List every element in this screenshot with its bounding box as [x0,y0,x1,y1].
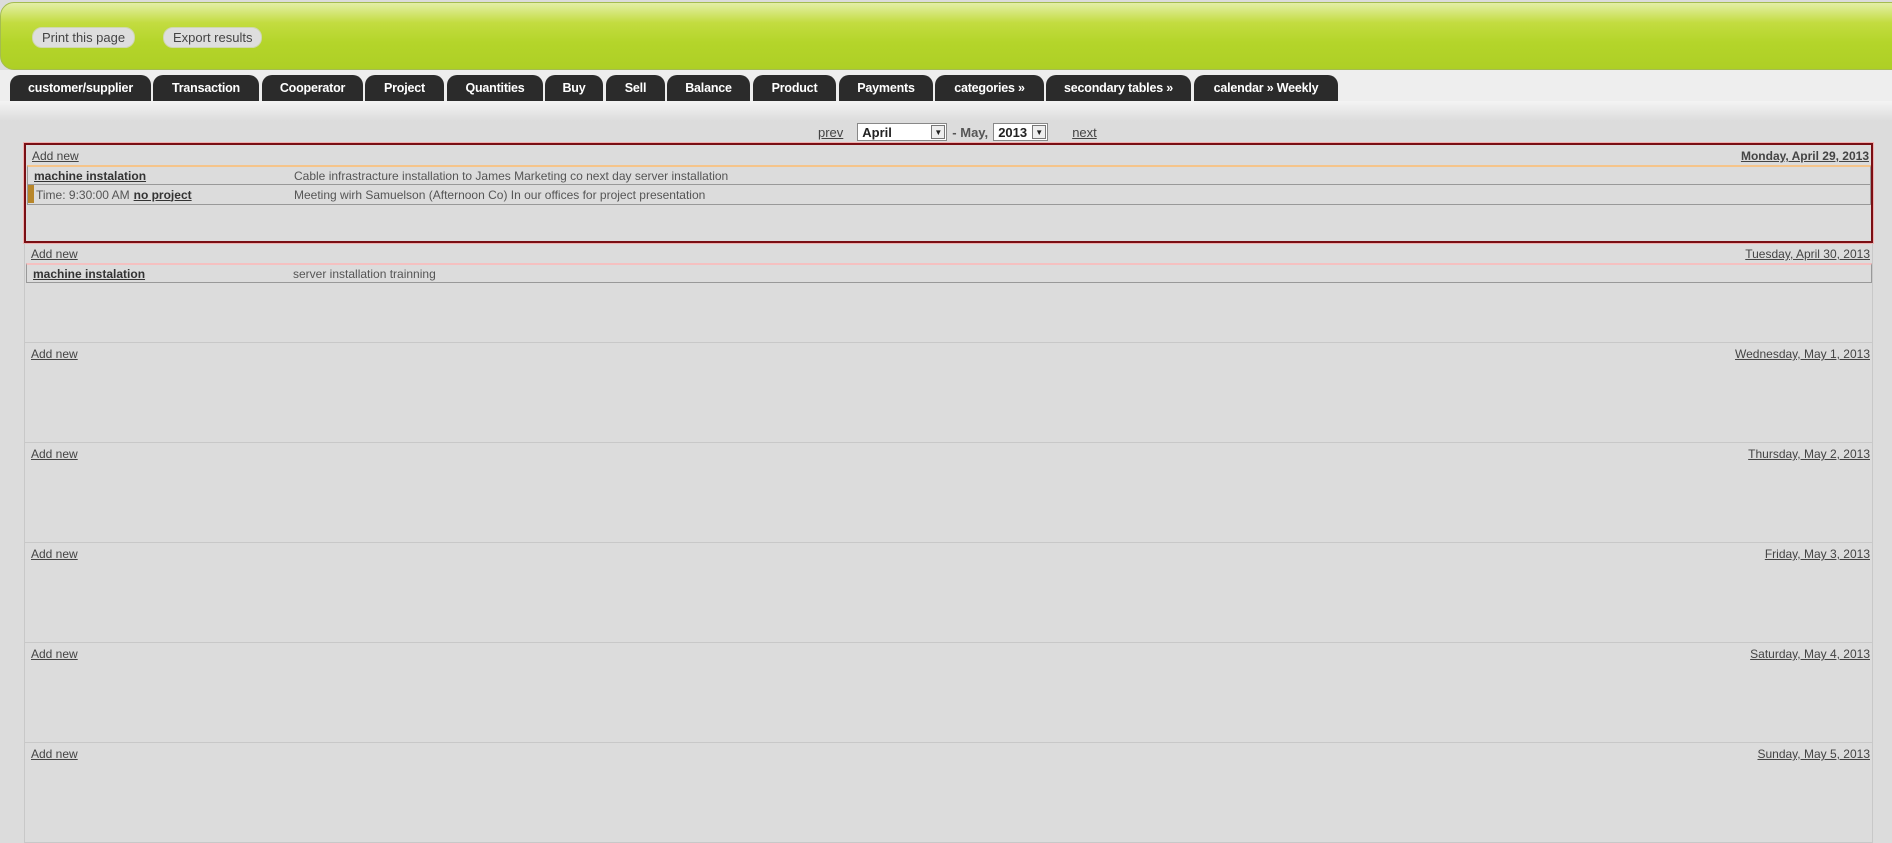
day-date[interactable]: Wednesday, May 1, 2013 [1735,347,1870,361]
prev-link[interactable]: prev [818,125,843,140]
day-date[interactable]: Monday, April 29, 2013 [1741,149,1869,163]
day-date[interactable]: Sunday, May 5, 2013 [1757,747,1870,761]
day-date[interactable]: Tuesday, April 30, 2013 [1745,247,1870,261]
calendar-event[interactable]: machine instalation server installation t… [26,263,1872,283]
tab-project[interactable]: Project [365,75,444,101]
day-block: Add new Sunday, May 5, 2013 [24,743,1873,843]
add-new-link[interactable]: Add new [31,647,78,661]
day-header: Add new Thursday, May 2, 2013 [25,443,1872,463]
calendar-event[interactable]: machine instalation Cable infrastracture … [27,165,1871,185]
tab-calendar-weekly[interactable]: calendar » Weekly [1194,75,1338,101]
add-new-link[interactable]: Add new [31,547,78,561]
event-title-link[interactable]: machine instalation [33,267,145,281]
add-new-link[interactable]: Add new [31,347,78,361]
day-block: Add new Thursday, May 2, 2013 [24,443,1873,543]
year-select[interactable]: 2013 ▼ [993,123,1049,141]
event-title-link[interactable]: machine instalation [34,169,146,183]
export-button[interactable]: Export results [163,27,263,48]
tab-product[interactable]: Product [753,75,836,101]
chevron-down-icon: ▼ [931,125,946,139]
day-date[interactable]: Saturday, May 4, 2013 [1750,647,1870,661]
day-header: Add new Tuesday, April 30, 2013 [25,243,1872,263]
add-new-link[interactable]: Add new [31,447,78,461]
day-header: Add new Friday, May 3, 2013 [25,543,1872,563]
add-new-link[interactable]: Add new [31,247,78,261]
day-block: Add new Wednesday, May 1, 2013 [24,343,1873,443]
date-navigation: prev April ▼ - May, 2013 ▼ next [818,122,1097,142]
event-description: Meeting wirh Samuelson (Afternoon Co) In… [294,187,706,202]
tab-cooperator[interactable]: Cooperator [262,75,363,101]
year-value: 2013 [998,124,1028,140]
tab-buy[interactable]: Buy [545,75,603,101]
tab-bar: customer/supplier Transaction Cooperator Pr… [0,70,1892,101]
tab-customer-supplier[interactable]: customer/supplier [10,75,151,101]
tab-payments[interactable]: Payments [839,75,933,101]
divider [0,101,1892,121]
day-date[interactable]: Thursday, May 2, 2013 [1748,447,1870,461]
event-description: Cable infrastracture installation to Jam… [294,168,729,183]
day-date[interactable]: Friday, May 3, 2013 [1765,547,1870,561]
month-value: April [862,124,892,140]
next-link[interactable]: next [1072,125,1097,140]
day-block: Add new Monday, April 29, 2013 machine ins… [24,143,1873,243]
day-header: Add new Monday, April 29, 2013 [26,145,1871,165]
event-project-link[interactable]: no project [134,188,192,202]
day-block: Add new Friday, May 3, 2013 [24,543,1873,643]
tab-quantities[interactable]: Quantities [447,75,543,101]
header-bar: Print this page Export results [0,2,1892,70]
add-new-link[interactable]: Add new [32,149,79,163]
event-marker [28,185,34,203]
tab-categories[interactable]: categories » [935,75,1044,101]
chevron-down-icon: ▼ [1032,125,1047,139]
event-time: Time: 9:30:00 AM [36,187,130,202]
day-block: Add new Saturday, May 4, 2013 [24,643,1873,743]
tab-transaction[interactable]: Transaction [153,75,259,101]
month-select[interactable]: April ▼ [857,123,948,141]
print-button[interactable]: Print this page [32,27,136,48]
tab-secondary-tables[interactable]: secondary tables » [1046,75,1191,101]
day-header: Add new Wednesday, May 1, 2013 [25,343,1872,363]
add-new-link[interactable]: Add new [31,747,78,761]
event-description: server installation trainning [293,266,436,281]
range-separator: - May, [952,124,989,140]
day-block: Add new Tuesday, April 30, 2013 machine in… [24,243,1873,343]
day-header: Add new Saturday, May 4, 2013 [25,643,1872,663]
calendar-event[interactable]: Time: 9:30:00 AM no project Meeting wirh S… [27,185,1871,205]
tab-sell[interactable]: Sell [606,75,665,101]
tab-balance[interactable]: Balance [667,75,750,101]
day-header: Add new Sunday, May 5, 2013 [25,743,1872,763]
